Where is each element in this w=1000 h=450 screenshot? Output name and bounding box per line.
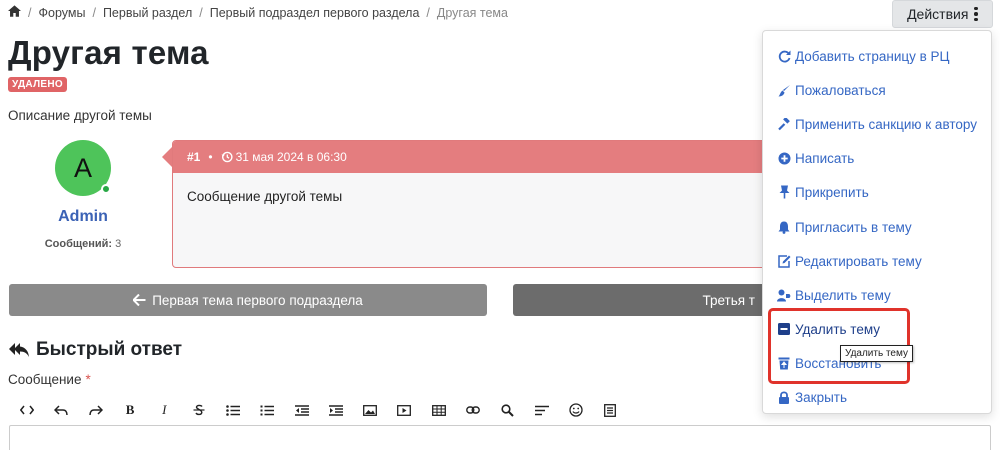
bold-icon[interactable]: B	[113, 400, 147, 420]
author-name[interactable]: Admin	[40, 208, 126, 226]
plus-circle-icon	[777, 151, 791, 165]
video-icon[interactable]	[387, 400, 421, 420]
required-mark: *	[85, 372, 91, 387]
breadcrumb-section[interactable]: Первый раздел	[103, 6, 192, 20]
actions-button[interactable]: Действия	[892, 0, 993, 28]
edit-topic-menu-item[interactable]: Редактировать тему	[777, 250, 922, 272]
post-arrow	[162, 147, 172, 167]
menu-label: Пожаловаться	[795, 82, 886, 98]
author-post-count: Сообщений: 3	[30, 238, 136, 250]
highlight-topic-menu-item[interactable]: Выделить тему	[777, 284, 891, 306]
history-icon	[221, 151, 233, 163]
breadcrumb-subsection[interactable]: Первый подраздел первого раздела	[210, 6, 420, 20]
gavel-icon	[777, 117, 791, 131]
strikethrough-icon[interactable]	[181, 400, 215, 420]
breadcrumb-separator: /	[426, 5, 430, 20]
tooltip: Удалить тему	[840, 345, 913, 362]
bell-icon	[777, 220, 791, 234]
menu-label: Редактировать тему	[795, 253, 922, 269]
menu-label: Закрыть	[795, 389, 847, 405]
sanction-menu-item[interactable]: Применить санкцию к автору	[777, 113, 977, 135]
report-menu-item[interactable]: Пожаловаться	[777, 79, 886, 101]
menu-label: Пригласить в тему	[795, 219, 912, 235]
post-header: #1 • 31 мая 2024 в 06:30	[173, 141, 771, 173]
breadcrumb-separator: /	[28, 5, 32, 20]
pin-icon	[777, 185, 791, 199]
post-number[interactable]: #1	[187, 150, 200, 164]
indent-icon[interactable]	[319, 400, 353, 420]
quick-reply-title: Быстрый ответ	[8, 339, 182, 361]
kebab-icon	[974, 6, 978, 22]
italic-icon[interactable]: I	[147, 400, 181, 420]
invite-menu-item[interactable]: Пригласить в тему	[777, 216, 912, 238]
message-label-text: Сообщение	[8, 372, 82, 387]
menu-label: Прикрепить	[795, 184, 869, 200]
post-card: #1 • 31 мая 2024 в 06:30 Сообщение друго…	[172, 140, 772, 268]
menu-label: Добавить страницу в РЦ	[795, 48, 950, 64]
next-topic-button[interactable]: Третья т	[513, 284, 773, 316]
posts-count: 3	[115, 238, 122, 250]
online-status-icon	[101, 184, 111, 194]
emoji-icon[interactable]	[559, 400, 593, 420]
posts-label: Сообщений:	[44, 238, 113, 250]
breadcrumb-forums[interactable]: Форумы	[38, 6, 85, 20]
edit-icon	[777, 254, 791, 268]
write-menu-item[interactable]: Написать	[777, 147, 854, 169]
post-body: Сообщение другой темы	[187, 189, 343, 204]
reply-all-icon	[9, 343, 29, 357]
menu-label: Написать	[795, 150, 855, 166]
search-icon[interactable]	[490, 400, 524, 420]
page-title: Другая тема	[8, 34, 209, 71]
next-topic-label: Третья т	[702, 292, 755, 308]
menu-label: Применить санкцию к автору	[795, 116, 977, 132]
pin-menu-item[interactable]: Прикрепить	[777, 181, 869, 203]
post-bullet: •	[208, 150, 213, 164]
user-tag-icon	[777, 288, 791, 302]
post-date-text: 31 мая 2024 в 06:30	[235, 150, 347, 164]
arrow-left-icon	[133, 294, 146, 306]
refresh-icon	[777, 49, 791, 63]
status-badge: УДАЛЕНО	[8, 77, 67, 92]
add-page-menu-item[interactable]: Добавить страницу в РЦ	[777, 45, 950, 67]
prev-topic-label: Первая тема первого подраздела	[152, 292, 363, 308]
avatar-initial: A	[73, 152, 92, 183]
home-icon[interactable]	[8, 5, 21, 20]
breadcrumb: / Форумы / Первый раздел / Первый подраз…	[8, 5, 508, 20]
table-icon[interactable]	[422, 400, 456, 420]
bullet-list-icon[interactable]	[216, 400, 250, 420]
breadcrumb-separator: /	[92, 5, 96, 20]
editor-toolbar: B I	[10, 400, 627, 420]
undo-icon[interactable]	[44, 400, 78, 420]
outdent-icon[interactable]	[284, 400, 318, 420]
actions-label: Действия	[907, 6, 969, 22]
align-icon[interactable]	[524, 400, 558, 420]
breadcrumb-separator: /	[199, 5, 203, 20]
source-code-icon[interactable]	[10, 400, 44, 420]
image-icon[interactable]	[353, 400, 387, 420]
brush-icon	[777, 83, 791, 97]
quick-reply-label: Быстрый ответ	[36, 339, 183, 360]
post-date: 31 мая 2024 в 06:30	[221, 150, 347, 164]
link-icon[interactable]	[456, 400, 490, 420]
topic-description: Описание другой темы	[8, 108, 152, 123]
message-editor[interactable]	[9, 425, 991, 450]
template-icon[interactable]	[593, 400, 627, 420]
menu-label: Выделить тему	[795, 287, 891, 303]
redo-icon[interactable]	[79, 400, 113, 420]
close-topic-menu-item[interactable]: Закрыть	[777, 386, 847, 408]
message-label: Сообщение *	[8, 372, 91, 387]
numbered-list-icon[interactable]	[250, 400, 284, 420]
breadcrumb-current: Другая тема	[436, 5, 508, 20]
lock-icon	[777, 390, 791, 404]
prev-topic-button[interactable]: Первая тема первого подраздела	[9, 284, 487, 316]
